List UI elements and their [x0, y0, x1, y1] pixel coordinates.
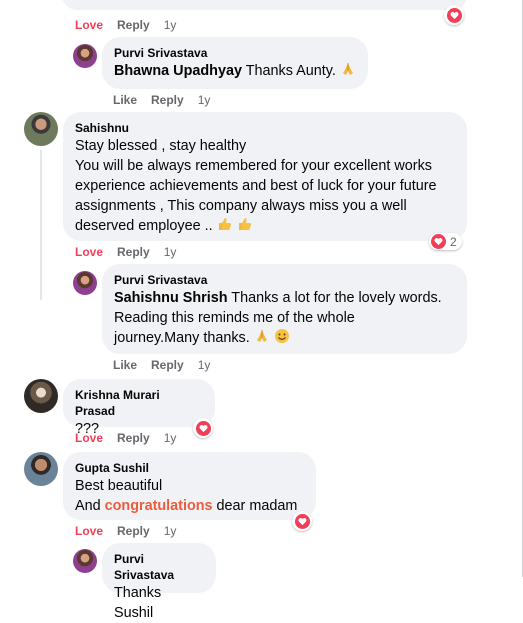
- comment-bubble: Purvi Srivastava Bhawna Upadhyay Thanks …: [102, 37, 368, 89]
- reply-link[interactable]: Reply: [117, 430, 150, 446]
- comment-author[interactable]: Purvi Srivastava: [114, 551, 204, 583]
- timestamp[interactable]: 1y: [164, 17, 177, 33]
- like-link[interactable]: Like: [113, 357, 137, 373]
- comment-actions: Love Reply 1y: [75, 430, 176, 446]
- comment-text: Stay blessed , stay healthy You will be …: [75, 136, 455, 238]
- comment-line-text: Thanks a lot for the lovely words.: [231, 290, 442, 306]
- comment-bubble: Purvi Srivastava Thanks Sushil: [102, 543, 216, 621]
- reaction-count: 2: [450, 234, 457, 249]
- comment-body-text: Thanks Aunty.: [245, 63, 336, 79]
- comment-text: Best beautiful And congratulations dear …: [75, 476, 304, 516]
- timestamp[interactable]: 1y: [164, 523, 177, 539]
- thumbs-up-icon: [217, 216, 233, 238]
- comment-line: Stay blessed , stay healthy: [75, 138, 247, 154]
- comment-line: Reading this reminds me of the whole: [114, 310, 355, 326]
- comment-author[interactable]: Purvi Srivastava: [114, 272, 455, 288]
- folded-hands-icon: [340, 61, 356, 83]
- timestamp[interactable]: 1y: [198, 92, 211, 108]
- heart-icon: [431, 234, 446, 249]
- reply-link[interactable]: Reply: [117, 523, 150, 539]
- love-link[interactable]: Love: [75, 523, 103, 539]
- reply-link[interactable]: Reply: [151, 357, 184, 373]
- mention-link[interactable]: Bhawna Upadhyay: [114, 63, 242, 79]
- heart-icon: [294, 513, 310, 529]
- heart-icon: [195, 420, 211, 436]
- comment-text: Thanks Sushil: [114, 585, 162, 621]
- timestamp[interactable]: 1y: [198, 357, 211, 373]
- reply-link[interactable]: Reply: [151, 92, 184, 108]
- highlighted-word: congratulations: [104, 498, 213, 514]
- comment-actions: Love Reply 1y: [75, 244, 176, 260]
- avatar[interactable]: [24, 379, 58, 413]
- folded-hands-icon: [254, 328, 270, 350]
- avatar[interactable]: [73, 44, 97, 68]
- timestamp[interactable]: 1y: [164, 244, 177, 260]
- love-reaction-badge[interactable]: [292, 511, 312, 531]
- comment-line-last: deserved employee ..: [75, 216, 455, 238]
- love-reaction-badge[interactable]: [193, 418, 213, 438]
- comment-actions: Love Reply 1y: [75, 523, 176, 539]
- heart-icon: [446, 7, 462, 23]
- comment-bubble-partial: [62, 0, 467, 10]
- avatar[interactable]: [24, 112, 58, 146]
- comment-line-first: Sahishnu Shrish Thanks a lot for the lov…: [114, 288, 455, 308]
- comment-text: Sahishnu Shrish Thanks a lot for the lov…: [114, 288, 455, 350]
- mention-link[interactable]: Sahishnu Shrish: [114, 290, 228, 306]
- comment-actions: Like Reply 1y: [113, 357, 210, 373]
- timestamp[interactable]: 1y: [164, 430, 177, 446]
- comment-bubble: Sahishnu Stay blessed , stay healthy You…: [63, 112, 467, 241]
- reaction-count-badge[interactable]: 2: [429, 233, 462, 250]
- avatar[interactable]: [73, 549, 97, 573]
- comment-author[interactable]: Sahishnu: [75, 120, 455, 136]
- comment-actions: Love Reply 1y: [75, 17, 176, 33]
- avatar[interactable]: [24, 452, 58, 486]
- like-link[interactable]: Like: [113, 92, 137, 108]
- comment-line-text: journey.Many thanks.: [114, 330, 250, 346]
- comment-line: Best beautiful: [75, 478, 163, 494]
- comment-line: You will be always remembered for your e…: [75, 158, 432, 174]
- love-link[interactable]: Love: [75, 17, 103, 33]
- comment-bubble: Gupta Sushil Best beautiful And congratu…: [63, 452, 316, 520]
- reply-link[interactable]: Reply: [117, 17, 150, 33]
- love-link[interactable]: Love: [75, 244, 103, 260]
- thumbs-up-icon: [237, 216, 253, 238]
- comment-line-text: And: [75, 498, 101, 514]
- comment-actions: Like Reply 1y: [113, 92, 210, 108]
- comment-author[interactable]: Krishna Murari Prasad: [75, 387, 203, 419]
- comment-line-text: dear madam: [216, 498, 298, 514]
- comment-line-last: journey.Many thanks.: [114, 328, 455, 350]
- comment-line: assignments , This company always miss y…: [75, 198, 407, 214]
- comment-line: And congratulations dear madam: [75, 496, 304, 516]
- smiling-face-icon: [274, 328, 290, 350]
- thread-line: [40, 150, 42, 300]
- comment-text: Bhawna Upadhyay Thanks Aunty.: [114, 61, 356, 83]
- comment-author[interactable]: Gupta Sushil: [75, 460, 304, 476]
- comment-bubble: Krishna Murari Prasad ???: [63, 379, 215, 437]
- comment-line: experience achievements and best of luck…: [75, 178, 437, 194]
- comment-bubble: Purvi Srivastava Sahishnu Shrish Thanks …: [102, 264, 467, 354]
- reply-link[interactable]: Reply: [117, 244, 150, 260]
- comment-author[interactable]: Purvi Srivastava: [114, 45, 356, 61]
- comment-line-text: deserved employee ..: [75, 218, 213, 234]
- love-reaction-badge[interactable]: [444, 5, 464, 25]
- love-link[interactable]: Love: [75, 430, 103, 446]
- avatar[interactable]: [73, 271, 97, 295]
